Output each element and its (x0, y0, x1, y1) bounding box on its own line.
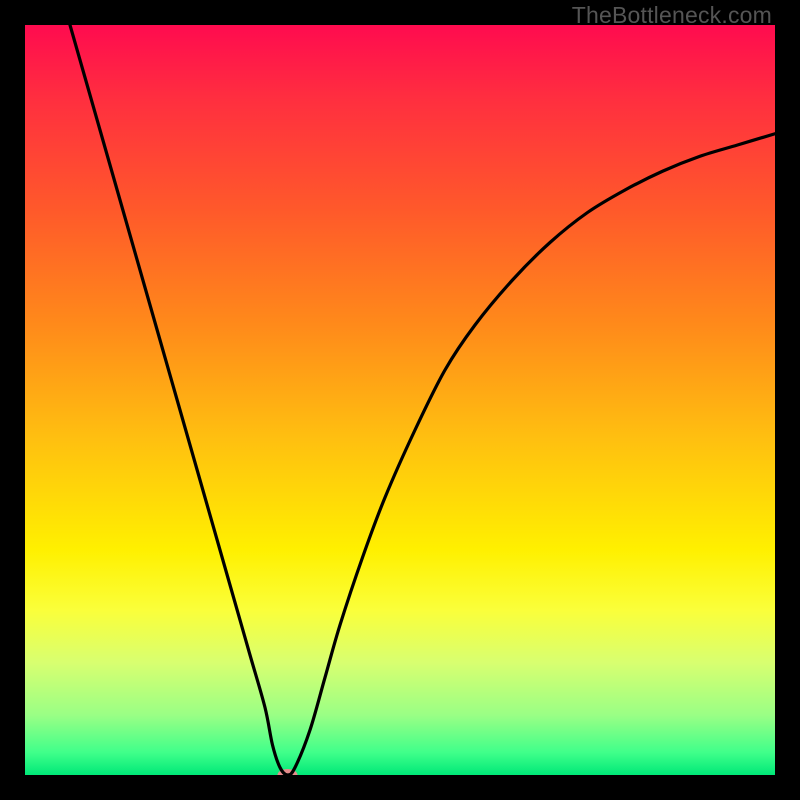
watermark-text: TheBottleneck.com (572, 2, 772, 29)
chart-frame (25, 25, 775, 775)
chart-svg (25, 25, 775, 775)
chart-background (25, 25, 775, 775)
